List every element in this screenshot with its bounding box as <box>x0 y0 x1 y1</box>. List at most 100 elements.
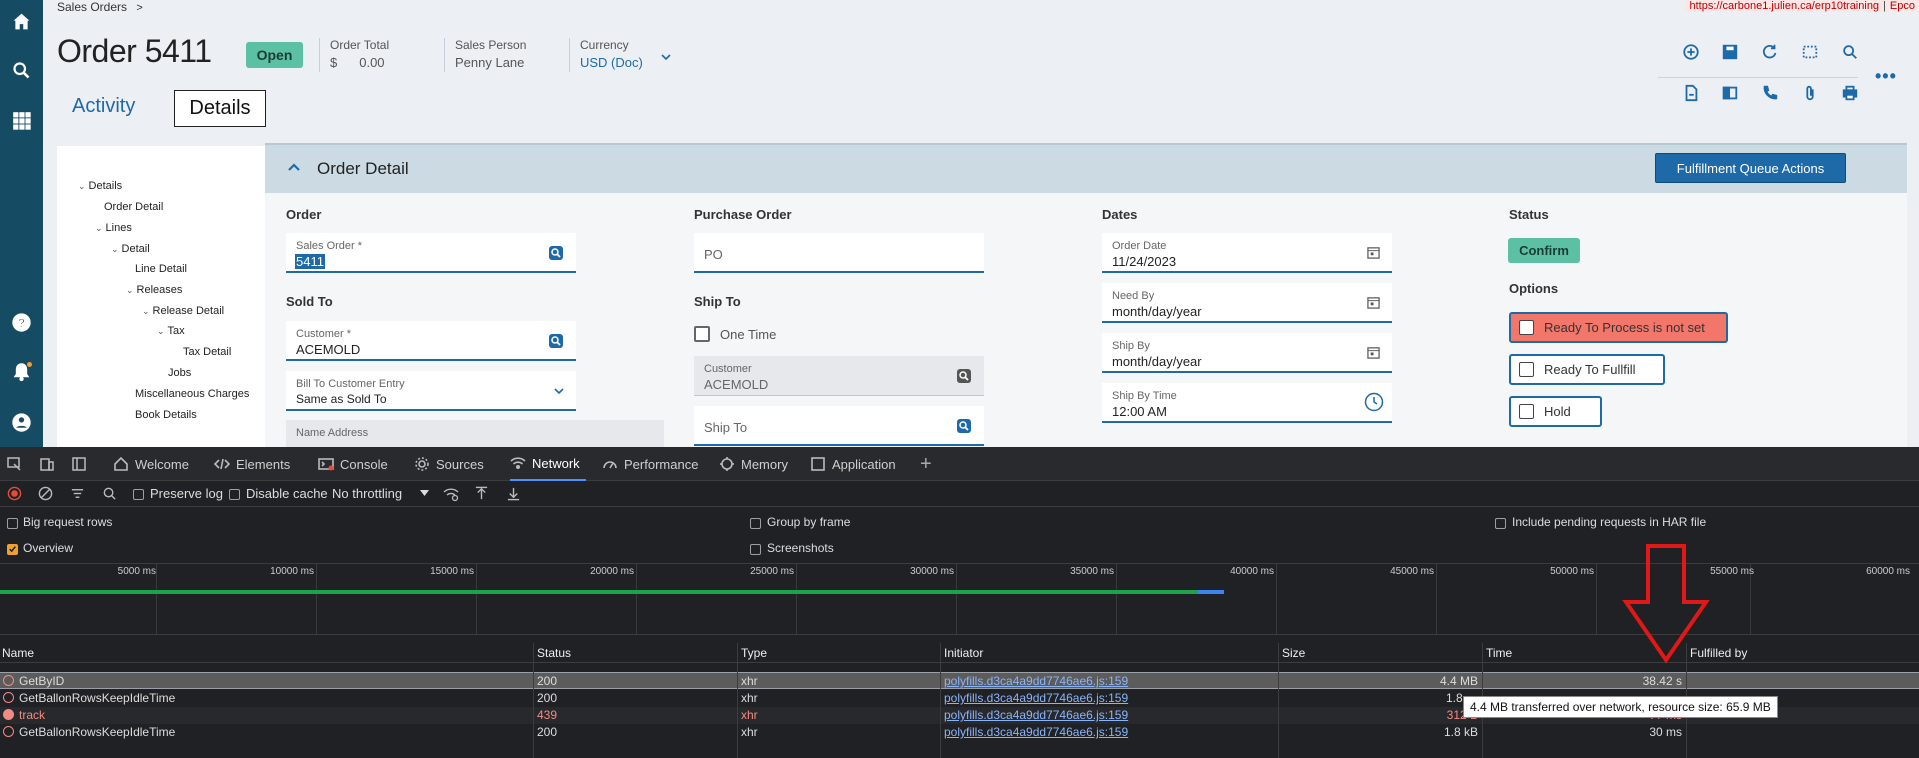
request-name[interactable]: GetByID <box>3 674 64 688</box>
tree-item-details[interactable]: ⌄ Details <box>78 180 122 192</box>
tab-performance[interactable]: Performance <box>602 447 698 481</box>
tab-elements[interactable]: Elements <box>214 447 290 481</box>
print-icon[interactable] <box>1839 82 1861 104</box>
tab-activity[interactable]: Activity <box>72 95 135 118</box>
attach-icon[interactable] <box>1799 82 1821 104</box>
column-divider[interactable] <box>737 643 738 758</box>
chevron-down-icon[interactable] <box>554 387 564 395</box>
clock-icon[interactable] <box>1364 392 1384 412</box>
bell-icon[interactable] <box>0 356 43 386</box>
request-initiator-link[interactable]: polyfills.d3ca4a9dd7746ae6.js:159 <box>944 708 1128 722</box>
big-request-rows-checkbox[interactable] <box>7 518 18 529</box>
request-name[interactable]: GetBallonRowsKeepIdleTime <box>3 725 175 739</box>
bill-to-select[interactable]: Bill To Customer Entry Same as Sold To <box>286 371 576 411</box>
search-lookup-icon[interactable] <box>548 245 564 261</box>
request-name[interactable]: GetBallonRowsKeepIdleTime <box>3 691 175 705</box>
breadcrumb[interactable]: Sales Orders > <box>57 0 143 14</box>
search-lookup-icon[interactable] <box>956 368 972 384</box>
fulfillment-queue-actions-button[interactable]: Fulfillment Queue Actions <box>1655 153 1846 183</box>
currency-field[interactable]: Currency USD (Doc) <box>569 38 643 72</box>
tree-item-order-detail[interactable]: Order Detail <box>104 201 163 213</box>
refresh-icon[interactable] <box>1759 41 1781 63</box>
more-menu-icon[interactable]: ••• <box>1875 66 1897 87</box>
need-by-field[interactable]: Need By month/day/year <box>1102 283 1392 323</box>
tab-network[interactable]: Network <box>510 447 586 481</box>
ship-to-field[interactable]: Ship To <box>694 406 984 446</box>
group-by-frame-checkbox[interactable] <box>750 518 761 529</box>
add-icon[interactable] <box>1680 41 1702 63</box>
ship-by-time-value[interactable]: 12:00 AM <box>1112 404 1167 419</box>
po-field[interactable]: PO <box>694 233 984 273</box>
sidebar-toggle-icon[interactable] <box>71 456 87 472</box>
tree-item-line-detail[interactable]: Line Detail <box>135 263 187 275</box>
ship-to-placeholder[interactable]: Ship To <box>704 420 747 435</box>
table-row[interactable]: GetByID 200 xhr polyfills.d3ca4a9dd7746a… <box>0 672 1919 689</box>
one-time-check[interactable] <box>694 326 710 342</box>
record-icon[interactable] <box>7 486 22 501</box>
request-initiator-link[interactable]: polyfills.d3ca4a9dd7746ae6.js:159 <box>944 725 1128 739</box>
tab-sources[interactable]: Sources <box>414 447 484 481</box>
select-icon[interactable] <box>1799 41 1821 63</box>
tree-item-releases[interactable]: ⌄ Releases <box>126 284 182 296</box>
ship-by-value[interactable]: month/day/year <box>1112 354 1202 369</box>
tree-item-detail[interactable]: ⌄ Detail <box>111 243 150 255</box>
tree-item-book-details[interactable]: Book Details <box>135 409 197 421</box>
hold-option[interactable]: Hold <box>1509 396 1602 427</box>
search-lookup-icon[interactable] <box>956 418 972 434</box>
ready-to-process-option[interactable]: Ready To Process is not set <box>1509 312 1728 343</box>
search-icon[interactable] <box>102 486 117 501</box>
save-icon[interactable] <box>1719 41 1741 63</box>
export-har-icon[interactable] <box>506 486 521 501</box>
sales-order-field[interactable]: Sales Order * 5411 <box>286 233 576 273</box>
throttling-select[interactable]: No throttling <box>332 486 402 501</box>
order-date-value[interactable]: 11/24/2023 <box>1112 254 1176 269</box>
column-divider[interactable] <box>533 643 534 758</box>
tab-application[interactable]: Application <box>810 447 896 481</box>
dropdown-arrow-icon[interactable] <box>420 490 429 497</box>
tab-memory[interactable]: Memory <box>719 447 788 481</box>
ship-by-field[interactable]: Ship By month/day/year <box>1102 333 1392 373</box>
calendar-icon[interactable] <box>1367 296 1380 309</box>
calendar-icon[interactable] <box>1367 346 1380 359</box>
one-time-checkbox[interactable]: One Time <box>694 326 776 342</box>
screenshots-checkbox[interactable] <box>750 544 761 555</box>
column-type[interactable]: Type <box>741 646 767 660</box>
tree-item-lines[interactable]: ⌄ Lines <box>95 222 132 234</box>
panel-icon[interactable] <box>1719 82 1741 104</box>
request-initiator-link[interactable]: polyfills.d3ca4a9dd7746ae6.js:159 <box>944 674 1128 688</box>
customer-field[interactable]: Customer * ACEMOLD <box>286 321 576 361</box>
disable-cache-checkbox[interactable] <box>229 489 240 500</box>
chevron-up-icon[interactable] <box>287 162 301 172</box>
apps-grid-icon[interactable] <box>0 105 43 135</box>
preserve-log-checkbox[interactable] <box>133 489 144 500</box>
currency-value[interactable]: USD (Doc) <box>580 55 643 70</box>
column-status[interactable]: Status <box>537 646 571 660</box>
hold-checkbox[interactable] <box>1519 404 1534 419</box>
sales-order-value[interactable]: 5411 <box>295 254 325 269</box>
home-icon[interactable] <box>0 6 43 36</box>
bill-to-value[interactable]: Same as Sold To <box>296 392 387 406</box>
column-size[interactable]: Size <box>1282 646 1305 660</box>
clear-icon[interactable] <box>38 486 53 501</box>
tree-item-release-detail[interactable]: ⌄ Release Detail <box>142 305 224 317</box>
request-initiator-link[interactable]: polyfills.d3ca4a9dd7746ae6.js:159 <box>944 691 1128 705</box>
user-icon[interactable] <box>0 407 43 437</box>
tree-item-misc-charges[interactable]: Miscellaneous Charges <box>135 388 249 400</box>
column-divider[interactable] <box>940 643 941 758</box>
search-lookup-icon[interactable] <box>548 333 564 349</box>
search-icon[interactable] <box>0 55 43 85</box>
name-address-field[interactable]: Name Address <box>286 420 664 447</box>
new-doc-icon[interactable] <box>1680 82 1702 104</box>
ship-by-time-field[interactable]: Ship By Time 12:00 AM <box>1102 383 1392 423</box>
column-name[interactable]: Name <box>2 646 34 660</box>
import-har-icon[interactable] <box>474 486 489 501</box>
column-initiator[interactable]: Initiator <box>944 646 983 660</box>
help-icon[interactable]: ? <box>0 307 43 337</box>
tab-welcome[interactable]: Welcome <box>113 447 189 481</box>
order-date-field[interactable]: Order Date 11/24/2023 <box>1102 233 1392 273</box>
device-toolbar-icon[interactable] <box>39 456 55 472</box>
ready-to-fulfill-checkbox[interactable] <box>1519 362 1534 377</box>
tab-console[interactable]: Console <box>318 447 388 481</box>
network-conditions-icon[interactable] <box>443 486 459 502</box>
call-icon[interactable] <box>1759 82 1781 104</box>
